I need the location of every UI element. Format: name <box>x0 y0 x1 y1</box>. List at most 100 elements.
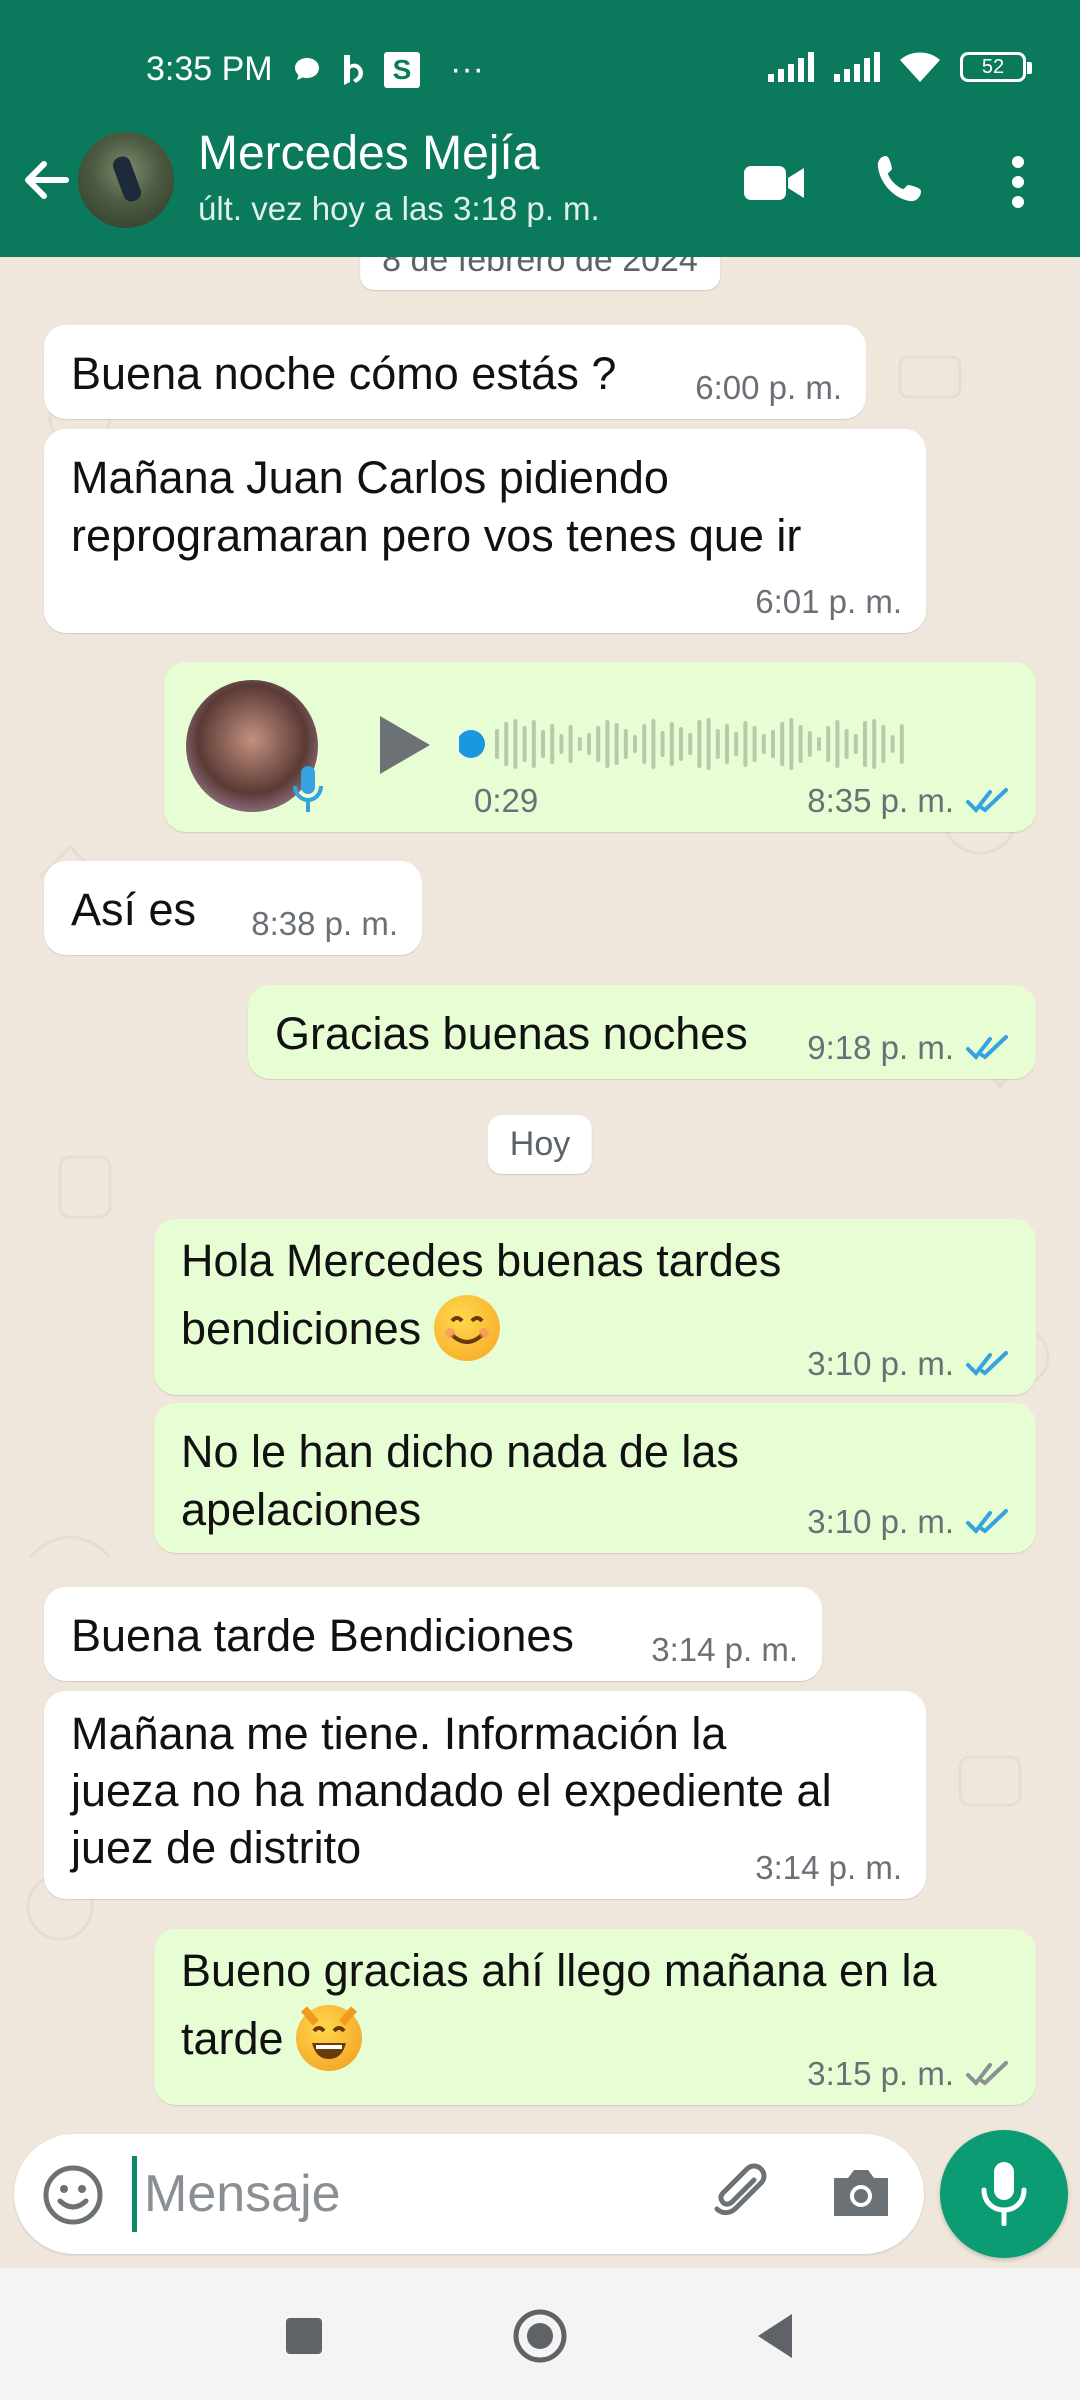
double-check-icon <box>966 788 1008 814</box>
message-input[interactable] <box>144 2156 704 2232</box>
waveform-bar <box>688 733 693 755</box>
message-text: Bueno gracias ahí llego mañana en la <box>181 1945 937 1996</box>
double-check-icon <box>966 2061 1008 2087</box>
waveform-bar <box>660 731 665 757</box>
message-text: Gracias buenas noches <box>275 1008 748 1059</box>
outgoing-message[interactable]: Hola Mercedes buenas tardes bendiciones … <box>154 1219 1036 1395</box>
square-icon[interactable] <box>274 2306 334 2366</box>
waveform-bar <box>522 726 527 762</box>
status-time: 3:35 PM <box>146 50 273 88</box>
waveform-bar <box>863 721 867 767</box>
outgoing-message[interactable]: No le han dicho nada de las apelaciones … <box>154 1403 1036 1553</box>
message-time: 6:01 p. m. <box>755 583 902 620</box>
incoming-message[interactable]: Mañana me tiene. Información la jueza no… <box>44 1691 926 1899</box>
microphone-icon <box>981 2162 1027 2226</box>
b-app-icon <box>344 54 363 85</box>
waveform-bar <box>890 735 895 753</box>
video-camera-icon[interactable] <box>740 150 810 214</box>
waveform-bar <box>679 727 683 761</box>
waveform-bar <box>743 721 748 767</box>
incoming-message[interactable]: Mañana Juan Carlos pidiendo reprogramara… <box>44 429 926 633</box>
waveform-bar <box>780 722 785 766</box>
signal-icon-2 <box>834 52 880 82</box>
voice-waveform[interactable] <box>459 712 919 776</box>
android-navigation-bar <box>0 2268 1080 2400</box>
wifi-icon <box>900 52 940 82</box>
outgoing-message[interactable]: Gracias buenas noches 9:18 p. m. <box>248 985 1036 1079</box>
waveform-bar <box>559 734 564 754</box>
message-body: Hola Mercedes buenas tardes bendiciones <box>181 1227 781 1365</box>
message-text: Mañana Juan Carlos pidiendo reprogramara… <box>71 452 802 561</box>
playhead-dot <box>459 730 485 758</box>
paperclip-icon[interactable] <box>708 2160 774 2226</box>
waveform-bar <box>881 725 886 763</box>
incoming-message[interactable]: Buena tarde Bendiciones 3:14 p. m. <box>44 1587 822 1681</box>
message-text: Hola Mercedes buenas tardes <box>181 1235 782 1286</box>
contact-name[interactable]: Mercedes Mejía <box>198 126 539 181</box>
more-vert-icon[interactable] <box>996 150 1040 214</box>
text-cursor <box>132 2156 137 2232</box>
voice-duration: 0:29 <box>474 782 539 819</box>
status-bar: 3:35 PM S ··· 52 <box>0 40 1080 100</box>
phone-icon[interactable] <box>868 150 938 214</box>
waveform-bar <box>853 734 858 754</box>
waveform-bar <box>817 737 821 751</box>
outgoing-message[interactable]: Bueno gracias ahí llego mañana en la tar… <box>154 1929 1036 2105</box>
date-chip-today: Hoy <box>487 1115 593 1174</box>
date-chip: 8 de febrero de 2024 <box>360 257 720 290</box>
waveform-bar <box>752 726 757 762</box>
message-composer <box>14 2134 924 2254</box>
battery-icon: 52 <box>960 52 1032 82</box>
s-app-icon: S <box>384 51 420 88</box>
smiling-face-emoji-icon <box>433 1295 500 1362</box>
message-time: 3:10 p. m. <box>807 1345 954 1382</box>
message-time: 8:35 p. m. <box>807 782 954 819</box>
waveform-bar <box>541 730 545 758</box>
waveform-bar <box>513 719 518 769</box>
waveform-bar <box>504 722 509 766</box>
waveform-bar <box>623 729 628 759</box>
outgoing-voice-message[interactable]: 0:29 8:35 p. m. <box>164 662 1036 832</box>
camera-icon[interactable] <box>828 2162 894 2224</box>
back-arrow-icon[interactable] <box>18 150 74 210</box>
waveform-bar <box>495 729 499 759</box>
signal-icon <box>768 52 814 82</box>
waveform-bar <box>725 724 729 764</box>
waveform-bar <box>734 732 739 756</box>
message-time: 8:38 p. m. <box>251 905 398 942</box>
circle-icon[interactable] <box>510 2306 570 2366</box>
voice-record-button[interactable] <box>940 2130 1068 2258</box>
waveform-bar <box>872 719 877 769</box>
contact-avatar[interactable] <box>78 132 174 228</box>
incoming-message[interactable]: Así es 8:38 p. m. <box>44 861 422 955</box>
play-icon[interactable] <box>374 712 434 778</box>
waveform-bar <box>651 719 656 769</box>
grinning-cat-emoji-icon <box>296 2005 363 2072</box>
incoming-message[interactable]: Buena noche cómo estás ? 6:00 p. m. <box>44 325 866 419</box>
message-time: 9:18 p. m. <box>807 1029 954 1066</box>
message-time: 6:00 p. m. <box>695 369 842 406</box>
triangle-back-icon[interactable] <box>748 2306 808 2366</box>
double-check-icon <box>966 1035 1008 1061</box>
message-text: Así es <box>71 884 197 935</box>
waveform-bar <box>807 731 812 757</box>
chat-message-list[interactable]: 8 de febrero de 2024 Buena noche cómo es… <box>0 257 1080 2127</box>
message-time: 3:14 p. m. <box>755 1849 902 1886</box>
message-text-line2: bendiciones <box>181 1303 422 1354</box>
waveform-bar <box>706 718 711 770</box>
emoji-icon[interactable] <box>42 2164 104 2226</box>
double-check-icon <box>966 1509 1008 1535</box>
message-text: Mañana me tiene. Información la jueza no… <box>71 1708 832 1873</box>
waveform-bar <box>697 720 702 768</box>
waveform-bar <box>899 724 904 764</box>
waveform-bar <box>669 722 674 766</box>
whatsapp-chat-screen: 3:35 PM S ··· 52 Mercedes Mejía últ. vez… <box>0 0 1080 2400</box>
message-time: 3:10 p. m. <box>807 1503 954 1540</box>
message-text-line2: tarde <box>181 2013 284 2064</box>
message-text: Buena tarde Bendiciones <box>71 1610 574 1661</box>
message-text: Buena noche cómo estás ? <box>71 348 617 399</box>
waveform-bar <box>835 720 840 768</box>
chat-bubble-icon <box>295 57 319 80</box>
waveform-bar <box>577 737 582 751</box>
waveform-bar <box>550 724 555 764</box>
